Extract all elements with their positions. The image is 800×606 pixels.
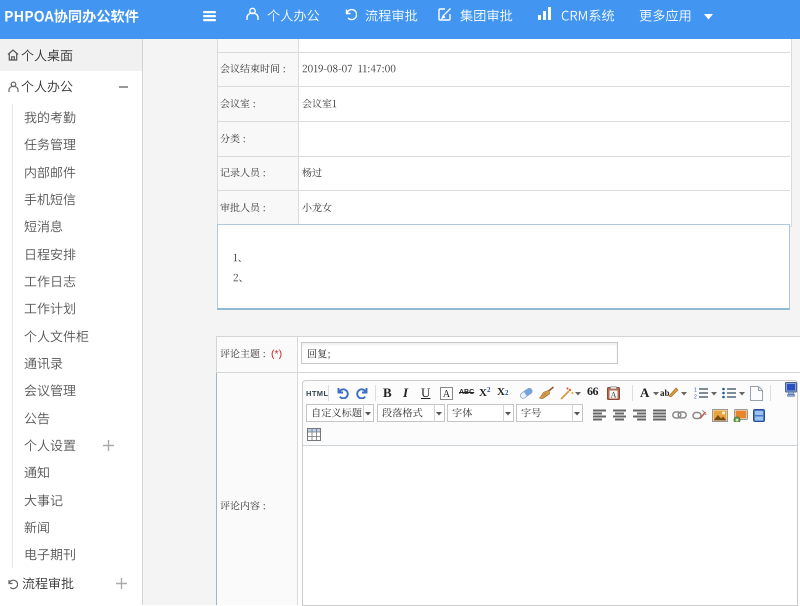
svg-text:A: A <box>443 389 451 400</box>
svg-text:A: A <box>611 391 617 400</box>
svg-text:1: 1 <box>694 388 697 394</box>
svg-text:2: 2 <box>694 395 697 400</box>
